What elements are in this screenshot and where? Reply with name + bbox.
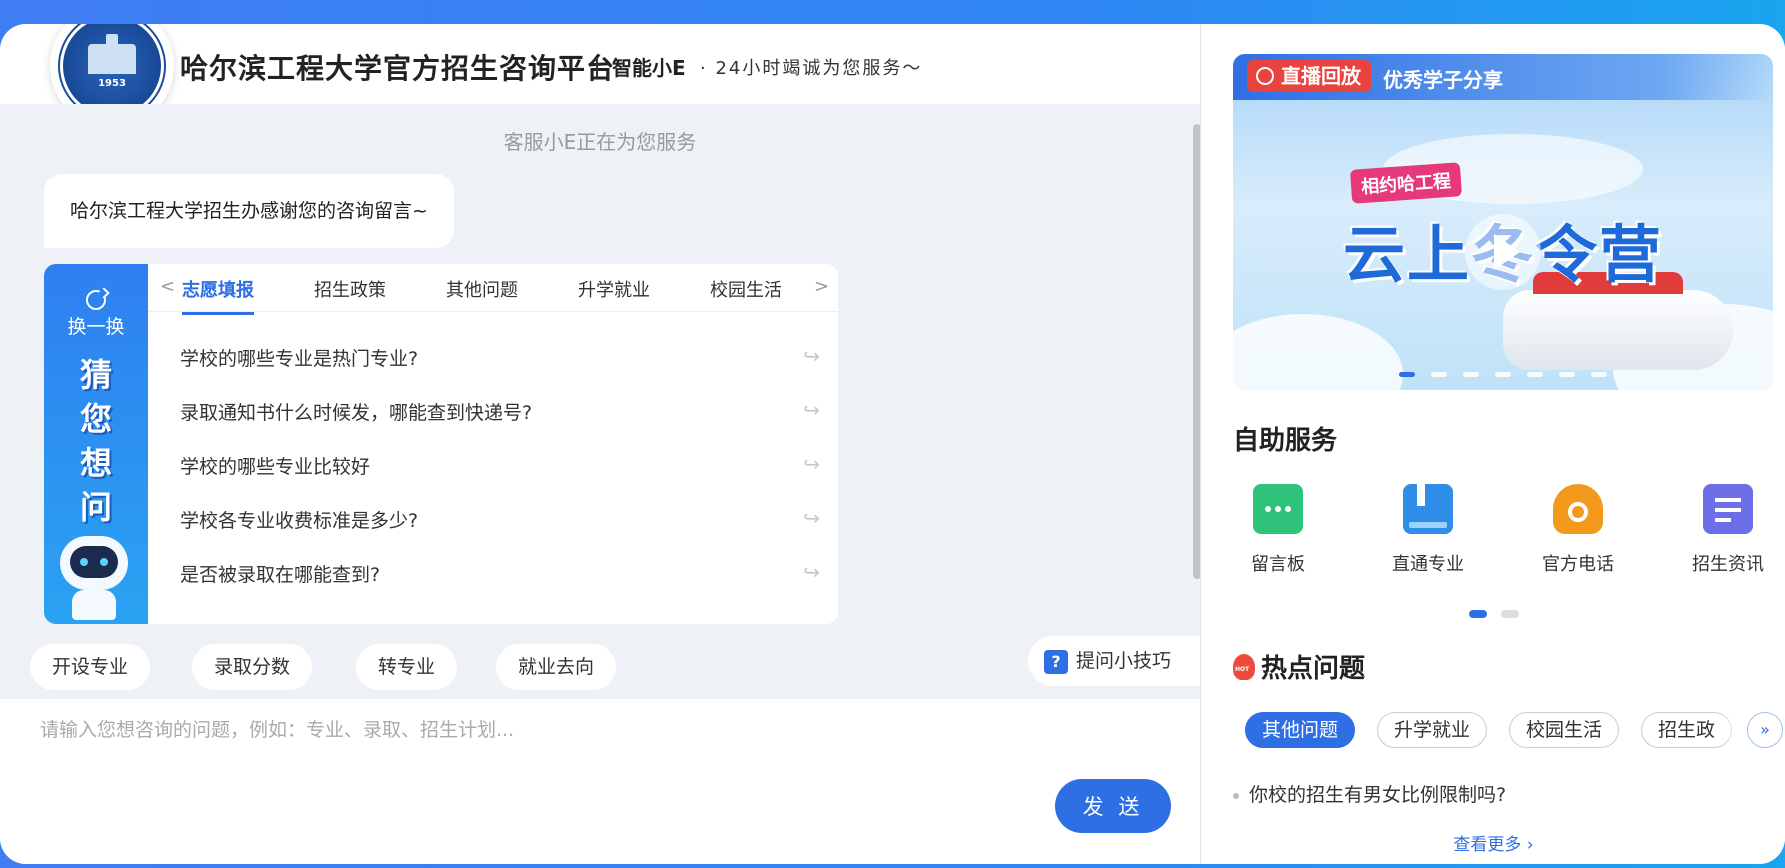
- question-item[interactable]: 学校各专业收费标准是多少? ↪: [180, 506, 820, 533]
- service-pager-dot[interactable]: [1468, 610, 1487, 618]
- share-arrow-icon: ↪: [803, 344, 820, 368]
- phone-icon: [1553, 484, 1603, 534]
- submarine-illustration: [1503, 272, 1733, 370]
- question-item[interactable]: 是否被录取在哪能查到? ↪: [180, 560, 820, 587]
- logo-building-icon: [88, 33, 136, 74]
- service-phone[interactable]: 官方电话: [1523, 484, 1633, 576]
- hot-tab-policy[interactable]: 招生政: [1641, 712, 1733, 748]
- question-text: 录取通知书什么时候发，哪能查到快递号?: [180, 402, 533, 424]
- question-text: 学校各专业收费标准是多少?: [180, 510, 419, 532]
- carousel-dot[interactable]: [1559, 372, 1575, 377]
- chat-area[interactable]: 客服小E正在为您服务 哈尔滨工程大学招生办感谢您的咨询留言~ 换一换 猜 您 想…: [0, 104, 1201, 699]
- site-title: 哈尔滨工程大学官方招生咨询平台: [180, 52, 616, 85]
- carousel-dot[interactable]: [1591, 372, 1607, 377]
- service-label: 招生资讯: [1692, 554, 1764, 575]
- tab-other[interactable]: 其他问题: [446, 276, 518, 302]
- service-label: 官方电话: [1542, 554, 1614, 575]
- hot-tab-career[interactable]: 升学就业: [1377, 712, 1488, 748]
- share-arrow-icon: ↪: [803, 452, 820, 476]
- carousel-dot[interactable]: [1431, 372, 1447, 377]
- title-divider: [596, 58, 598, 78]
- question-input[interactable]: [40, 715, 1040, 775]
- double-chevron-right-icon[interactable]: »: [1747, 712, 1783, 748]
- tabs-prev-icon[interactable]: <: [160, 276, 175, 297]
- quick-chip-scores[interactable]: 录取分数: [192, 644, 313, 690]
- quick-chip-employment[interactable]: 就业去向: [496, 644, 617, 690]
- view-more-label: 查看更多: [1453, 835, 1522, 855]
- refresh-icon[interactable]: [86, 290, 106, 310]
- main-card: 1953 哈尔滨工程大学官方招生咨询平台 智能小E · 24小时竭诚为您服务～ …: [0, 24, 1785, 864]
- service-majors[interactable]: 直通专业: [1373, 484, 1483, 576]
- tabs-next-icon[interactable]: >: [814, 276, 829, 297]
- guess-char: 想: [79, 444, 112, 482]
- view-more-link[interactable]: 查看更多 ›: [1201, 830, 1785, 855]
- chat-status: 客服小E正在为您服务: [503, 130, 697, 154]
- guess-sidebar: 换一换 猜 您 想 问: [44, 264, 148, 624]
- robot-mascot-icon: [54, 536, 134, 620]
- live-replay-badge: 直播回放: [1247, 60, 1371, 92]
- hot-question-item[interactable]: 你校的招生有男女比例限制吗?: [1233, 780, 1506, 807]
- share-arrow-icon: ↪: [803, 506, 820, 530]
- tab-career[interactable]: 升学就业: [578, 276, 650, 302]
- tabs-fade: [1721, 708, 1747, 752]
- service-label: 留言板: [1251, 554, 1305, 575]
- refresh-button[interactable]: 换一换: [44, 312, 148, 339]
- service-message-board[interactable]: 留言板: [1223, 484, 1333, 576]
- quick-chip-transfer[interactable]: 转专业: [356, 644, 458, 690]
- ask-tips-button[interactable]: ? 提问小技巧: [1028, 636, 1200, 686]
- send-button[interactable]: 发 送: [1055, 779, 1171, 833]
- guess-char: 问: [79, 488, 112, 526]
- question-text: 学校的哪些专业比较好: [180, 456, 371, 478]
- ask-tips-label: 提问小技巧: [1076, 650, 1172, 672]
- book-icon: [1403, 484, 1453, 534]
- question-text: 学校的哪些专业是热门专业?: [180, 348, 419, 370]
- question-item[interactable]: 录取通知书什么时候发，哪能查到快递号? ↪: [180, 398, 820, 425]
- document-icon: [1703, 484, 1753, 534]
- carousel-dot[interactable]: [1463, 372, 1479, 377]
- service-pager-dot[interactable]: [1500, 610, 1519, 618]
- carousel-dots: [1233, 372, 1773, 377]
- welcome-message: 哈尔滨工程大学招生办感谢您的咨询留言~: [44, 174, 454, 248]
- question-item[interactable]: 学校的哪些专业是热门专业? ↪: [180, 344, 820, 371]
- play-icon[interactable]: [1465, 214, 1541, 290]
- logo-year: 1953: [98, 77, 126, 89]
- self-service-title: 自助服务: [1233, 426, 1338, 456]
- service-label: 直通专业: [1392, 554, 1464, 575]
- guess-char: 您: [79, 400, 112, 438]
- brand-name: 智能小E: [612, 56, 686, 80]
- share-arrow-icon: ↪: [803, 560, 820, 584]
- bullet-icon: [1233, 792, 1239, 799]
- message-board-icon: [1253, 484, 1303, 534]
- tab-policy[interactable]: 招生政策: [314, 276, 386, 302]
- hot-flame-icon: [1233, 654, 1255, 680]
- chevron-right-icon: ›: [1521, 835, 1534, 855]
- hot-questions-title: 热点问题: [1261, 654, 1366, 684]
- hot-tab-other[interactable]: 其他问题: [1245, 712, 1356, 748]
- hot-question-text: 你校的招生有男女比例限制吗?: [1249, 784, 1507, 806]
- share-arrow-icon: ↪: [803, 398, 820, 422]
- banner-title: 优秀学子分享: [1383, 68, 1503, 92]
- tab-volunteer[interactable]: 志愿填报: [182, 276, 254, 315]
- right-panel: 直播回放 优秀学子分享 相约哈工程 云上冬令营 自助服务: [1200, 24, 1785, 864]
- guess-tabs: < 志愿填报 招生政策 其他问题 升学就业 校园生活 >: [148, 264, 838, 315]
- tagline: · 24小时竭诚为您服务～: [700, 58, 923, 79]
- carousel-dot[interactable]: [1495, 372, 1511, 377]
- tab-campus[interactable]: 校园生活: [710, 276, 782, 302]
- question-item[interactable]: 学校的哪些专业比较好 ↪: [180, 452, 820, 479]
- guess-char: 猜: [79, 356, 112, 394]
- guess-questions-card: 换一换 猜 您 想 问 < 志愿填报 招生政策 其他问题 升学就业 校园生活 >: [44, 264, 838, 624]
- carousel-dot[interactable]: [1527, 372, 1543, 377]
- input-area: 发 送: [0, 699, 1200, 864]
- quick-chip-majors[interactable]: 开设专业: [30, 644, 151, 690]
- service-pager: [1201, 610, 1785, 618]
- hot-tab-campus[interactable]: 校园生活: [1509, 712, 1620, 748]
- header: 1953 哈尔滨工程大学官方招生咨询平台 智能小E · 24小时竭诚为您服务～: [0, 24, 1200, 128]
- service-news[interactable]: 招生资讯: [1673, 484, 1783, 576]
- question-text: 是否被录取在哪能查到?: [180, 564, 381, 586]
- carousel-dot[interactable]: [1399, 372, 1415, 377]
- question-mark-icon: ?: [1044, 649, 1068, 674]
- live-replay-banner[interactable]: 直播回放 优秀学子分享 相约哈工程 云上冬令营: [1233, 54, 1773, 390]
